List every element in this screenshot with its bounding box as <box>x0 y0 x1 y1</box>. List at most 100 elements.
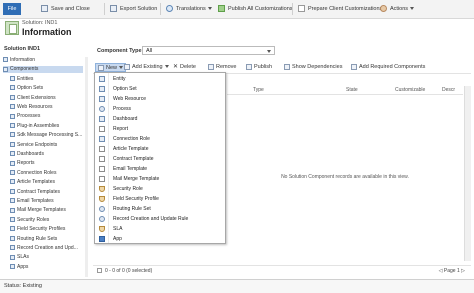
sidebar-item-label: Sdk Message Processing S... <box>17 132 83 139</box>
new-menu-item[interactable]: Routing Rule Set <box>95 204 225 214</box>
sidebar-scrollbar[interactable] <box>85 57 88 277</box>
sidebar-item[interactable]: Service Endpoints <box>10 142 83 149</box>
entity-icon <box>99 76 105 82</box>
sidebar-item[interactable]: Components <box>3 66 83 74</box>
sidebar-item[interactable]: Web Resources <box>10 104 83 111</box>
sidebar-item[interactable]: Contract Templates <box>10 189 83 196</box>
sidebar-item[interactable]: Dashboards <box>10 151 83 158</box>
page-title: Information <box>22 27 72 37</box>
new-menu-item[interactable]: Email Template <box>95 164 225 174</box>
sidebar-item[interactable]: Apps <box>10 264 83 271</box>
sidebar-item-label: Contract Templates <box>17 188 60 195</box>
column-header-customizable[interactable]: Customizable <box>395 87 425 93</box>
sidebar-item-icon <box>10 226 15 232</box>
new-menu-item-label: Report <box>113 126 129 132</box>
sidebar-item[interactable]: Sdk Message Processing S... <box>10 132 83 139</box>
new-menu-item-label: Option Set <box>113 86 137 92</box>
pager[interactable]: ◁ Page 1 ▷ <box>439 268 465 274</box>
show-dependencies-button[interactable]: Show Dependencies <box>284 63 342 72</box>
sidebar-item-icon <box>10 151 15 157</box>
new-button[interactable]: New <box>95 63 127 72</box>
sidebar-item[interactable]: Security Roles <box>10 217 83 224</box>
web-resource-icon <box>99 96 105 102</box>
remove-button[interactable]: Remove <box>208 63 236 72</box>
sidebar-item-label: Entities <box>17 75 34 82</box>
empty-grid-message: No Solution Component records are availa… <box>281 174 409 180</box>
prepare-client-customizations-button[interactable]: Prepare Client Customizations <box>298 4 382 14</box>
actions-button[interactable]: Actions <box>380 4 415 14</box>
new-menu-item-label: Email Template <box>113 166 148 172</box>
sidebar-item[interactable]: Record Creation and Upd... <box>10 245 83 252</box>
sidebar-item-label: Processes <box>17 113 41 120</box>
add-existing-button[interactable]: Add Existing <box>124 63 169 72</box>
sidebar-item-icon <box>10 216 15 222</box>
sidebar-item[interactable]: Plug-in Assemblies <box>10 123 83 130</box>
delete-button[interactable]: ✕ Delete <box>173 63 196 72</box>
sidebar-item[interactable]: Processes <box>10 113 83 120</box>
save-and-close-button[interactable]: Save and Close <box>41 4 90 14</box>
sidebar-item-label: Plug-in Assemblies <box>17 122 60 129</box>
column-header-state[interactable]: State <box>346 87 358 93</box>
sidebar-item-label: Routing Rule Sets <box>17 235 58 242</box>
new-menu-item[interactable]: App <box>95 234 225 244</box>
sidebar-item-icon <box>10 188 15 194</box>
sidebar-item[interactable]: Option Sets <box>10 85 83 92</box>
new-menu-item[interactable]: Article Template <box>95 144 225 154</box>
sidebar-item-icon <box>10 132 15 138</box>
new-menu-item[interactable]: Connection Role <box>95 134 225 144</box>
new-menu-item[interactable]: Process <box>95 104 225 114</box>
sidebar-item[interactable]: Entities <box>10 76 83 83</box>
sidebar-item-icon <box>10 141 15 147</box>
new-dropdown-menu: Entity Option Set Web Resource Process Dashb… <box>94 72 226 244</box>
sidebar-item[interactable]: Routing Rule Sets <box>10 236 83 243</box>
sidebar-item-label: Article Templates <box>17 179 55 186</box>
column-header-type[interactable]: Type <box>253 87 264 93</box>
select-all-checkbox[interactable] <box>97 268 102 274</box>
new-menu-item[interactable]: Option Set <box>95 84 225 94</box>
new-menu-item-label: Record Creation and Update Rule <box>113 216 189 222</box>
sidebar-item[interactable]: Reports <box>10 160 83 167</box>
new-menu-item[interactable]: Dashboard <box>95 114 225 124</box>
export-solution-button[interactable]: Export Solution <box>110 4 157 14</box>
column-header-description[interactable]: Descr <box>442 87 455 93</box>
sidebar-item-icon <box>10 169 15 175</box>
publish-button[interactable]: Publish <box>246 63 272 72</box>
file-button[interactable]: File <box>3 3 21 15</box>
sidebar-item[interactable]: Client Extensions <box>10 95 83 102</box>
sidebar-item[interactable]: Connection Roles <box>10 170 83 177</box>
sidebar-item[interactable]: Field Security Profiles <box>10 226 83 233</box>
translations-button[interactable]: Translations <box>166 4 212 14</box>
sidebar-item-icon <box>10 198 15 204</box>
ribbon-separator <box>160 3 161 15</box>
new-menu-item[interactable]: Report <box>95 124 225 134</box>
new-menu-item[interactable]: SLA <box>95 224 225 234</box>
new-menu-item[interactable]: Web Resource <box>95 94 225 104</box>
chevron-down-icon <box>119 66 124 70</box>
sidebar-item[interactable]: Article Templates <box>10 179 83 186</box>
new-menu-item-label: Entity <box>113 76 126 82</box>
add-required-components-button[interactable]: Add Required Components <box>351 63 425 72</box>
grid-scrollbar[interactable] <box>464 86 471 261</box>
sidebar-item[interactable]: SLAs <box>10 254 83 261</box>
sidebar-item-label: Apps <box>17 263 29 270</box>
component-type-select[interactable]: All <box>142 46 275 55</box>
sidebar-item-label: Email Templates <box>17 198 54 204</box>
sidebar-item[interactable]: Email Templates <box>10 198 83 205</box>
new-menu-item[interactable]: Field Security Profile <box>95 194 225 204</box>
sidebar-item-label: Web Resources <box>17 104 53 110</box>
new-menu-item[interactable]: Record Creation and Update Rule <box>95 214 225 224</box>
new-menu-item[interactable]: Entity <box>95 74 225 84</box>
publish-all-customizations-button[interactable]: Publish All Customizations <box>218 4 293 14</box>
sidebar-item-icon <box>10 75 15 81</box>
new-menu-item[interactable]: Security Role <box>95 184 225 194</box>
sidebar-item[interactable]: Mail Merge Templates <box>10 207 83 214</box>
sidebar-item-icon <box>10 85 15 91</box>
sidebar-item-icon <box>10 245 15 251</box>
email-template-icon <box>99 166 105 172</box>
chevron-down-icon <box>207 7 212 11</box>
sidebar-item[interactable]: Information <box>3 57 83 64</box>
delete-icon: ✕ <box>173 63 179 70</box>
article-template-icon <box>99 146 105 152</box>
new-menu-item[interactable]: Contract Template <box>95 154 225 164</box>
new-menu-item[interactable]: Mail Merge Template <box>95 174 225 184</box>
